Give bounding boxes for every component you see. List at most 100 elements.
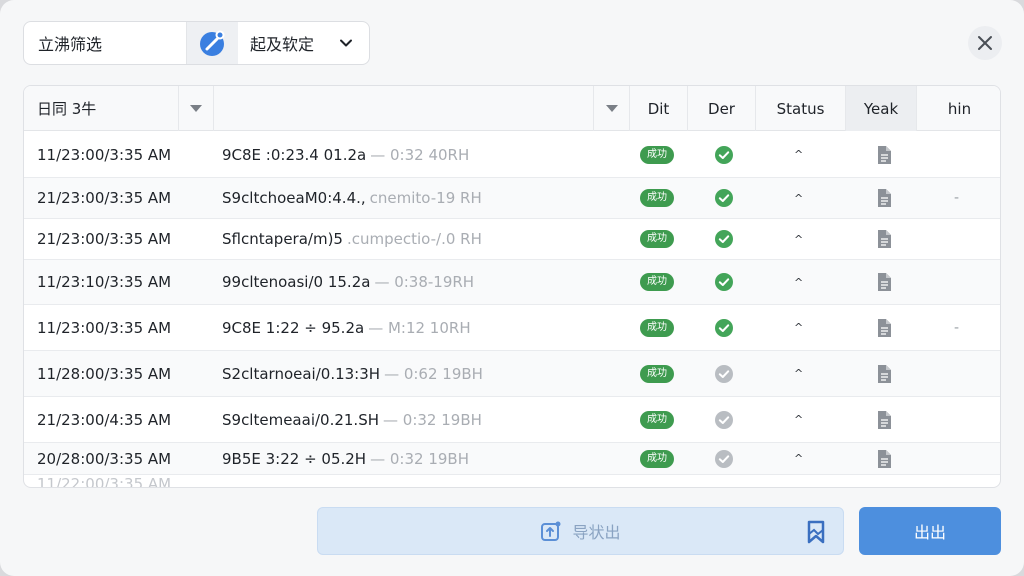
row-document-button[interactable] — [876, 132, 892, 177]
results-table: 日同 3牛 Dit Der Status Yeak hin 11/23:00/3… — [23, 85, 1001, 488]
row-expand-toggle[interactable]: ^ — [794, 305, 803, 350]
filter-tool-button[interactable] — [186, 22, 238, 64]
status-badge: 成功 — [640, 189, 674, 207]
row-status-cell: 成功 — [640, 132, 674, 177]
document-icon — [878, 230, 891, 248]
row-status-cell: 成功 — [640, 397, 674, 442]
row-date: 20/28:00/3:35 AM — [37, 449, 172, 468]
row-description-text: 9C8E 1:22 ÷ 95.2a — [222, 318, 365, 337]
column-header-hin[interactable]: hin — [917, 86, 1000, 131]
export-button[interactable]: 导状出 — [317, 507, 844, 555]
column-header-date[interactable]: 日同 3牛 — [24, 86, 179, 131]
export-icon — [541, 521, 561, 541]
document-icon — [878, 364, 891, 383]
row-check-cell — [715, 132, 733, 177]
row-description: S9cltchoeaM0:4.4., cnemito-19 RH — [222, 178, 482, 218]
row-expand-toggle[interactable]: ^ — [794, 351, 803, 396]
row-document-button[interactable] — [876, 443, 892, 474]
column-sort-date[interactable] — [179, 86, 214, 131]
row-description-text: 99cltenoasi/0 15.2a — [222, 273, 371, 291]
table-row[interactable]: 21/23:00/3:35 AM S9cltchoeaM0:4.4., cnemit… — [24, 178, 1000, 219]
magic-wand-icon — [199, 30, 224, 56]
row-document-button[interactable] — [876, 260, 892, 304]
row-document-button[interactable] — [876, 351, 892, 396]
row-document-button[interactable] — [876, 178, 892, 218]
caret-down-icon — [190, 104, 202, 112]
row-expand-toggle[interactable]: ^ — [794, 443, 803, 474]
partial-row: 11/22:00/3:35 AM — [37, 475, 172, 488]
check-circle-icon — [715, 318, 733, 337]
document-icon — [878, 410, 891, 429]
confirm-button[interactable]: 出出 — [859, 507, 1001, 555]
confirm-button-label: 出出 — [913, 523, 946, 542]
column-header-dit[interactable]: Dit — [630, 86, 688, 131]
row-description: 9C8E 1:22 ÷ 95.2a — M:12 10RH — [222, 305, 471, 350]
row-expand-toggle[interactable]: ^ — [794, 397, 803, 442]
column-header-description[interactable] — [214, 86, 594, 131]
row-date: 11/28:00/3:35 AM — [37, 364, 172, 383]
table-row[interactable]: 21/23:00/3:35 AM Sflcntapera/m)5 .cumpecti… — [24, 219, 1000, 260]
row-check-cell — [715, 397, 733, 442]
document-icon — [878, 145, 891, 164]
status-badge: 成功 — [640, 318, 674, 337]
table-row[interactable]: 21/23:00/4:35 AM S9cltemeaai/0.21.SH — 0:3… — [24, 397, 1000, 443]
column-header-status[interactable]: Status — [756, 86, 846, 131]
row-description-text: Sflcntapera/m)5 — [222, 230, 343, 248]
sort-select[interactable]: 起及软定 — [238, 22, 369, 64]
check-circle-icon — [715, 189, 733, 207]
row-description-text: 9B5E 3:22 ÷ 05.2H — [222, 449, 367, 468]
row-expand-toggle[interactable]: ^ — [794, 132, 803, 177]
row-check-cell — [715, 305, 733, 350]
column-header-yeak[interactable]: Yeak — [846, 86, 917, 131]
table-row[interactable]: 11/23:00/3:35 AM 9C8E 1:22 ÷ 95.2a — M:12 … — [24, 305, 1000, 351]
row-check-cell — [715, 260, 733, 304]
column-header-der[interactable]: Der — [688, 86, 756, 131]
row-description-extra: — 0:32 19BH — [370, 449, 469, 468]
document-icon — [878, 318, 891, 337]
status-badge: 成功 — [640, 449, 674, 468]
export-dialog: 起及软定 日同 3牛 Dit — [0, 0, 1024, 576]
filter-input[interactable] — [24, 22, 186, 64]
row-expand-toggle[interactable]: ^ — [794, 219, 803, 259]
table-header: 日同 3牛 Dit Der Status Yeak hin — [24, 86, 1000, 131]
row-document-button[interactable] — [876, 305, 892, 350]
table-row[interactable]: 11/28:00/3:35 AM S2cltarnoeai/0.13:3H — 0:… — [24, 351, 1000, 397]
check-circle-icon — [715, 273, 733, 291]
row-expand-toggle[interactable]: ^ — [794, 260, 803, 304]
row-description-text: S9cltemeaai/0.21.SH — [222, 410, 380, 429]
row-status-cell: 成功 — [640, 219, 674, 259]
row-date: 11/23:10/3:35 AM — [37, 273, 172, 291]
row-check-cell — [715, 219, 733, 259]
row-check-cell — [715, 443, 733, 474]
row-date: 11/23:00/3:35 AM — [37, 145, 172, 164]
row-document-button[interactable] — [876, 219, 892, 259]
document-icon — [878, 449, 891, 468]
sort-select-value: 起及软定 — [250, 35, 315, 54]
status-badge: 成功 — [640, 364, 674, 383]
table-row[interactable]: 11/23:10/3:35 AM 99cltenoasi/0 15.2a — 0:3… — [24, 260, 1000, 305]
table-row[interactable]: 20/28:00/3:35 AM 9B5E 3:22 ÷ 05.2H — 0:32 … — [24, 443, 1000, 475]
bookmark-icon[interactable] — [805, 520, 827, 544]
row-description: 9B5E 3:22 ÷ 05.2H — 0:32 19BH — [222, 443, 469, 474]
close-button[interactable] — [968, 26, 1002, 60]
status-badge: 成功 — [640, 273, 674, 291]
row-description-extra: cnemito-19 RH — [369, 189, 482, 207]
row-expand-toggle[interactable]: ^ — [794, 178, 803, 218]
row-check-cell — [715, 351, 733, 396]
document-icon — [878, 189, 891, 207]
row-description: Sflcntapera/m)5 .cumpectio-/.0 RH — [222, 219, 482, 259]
close-icon — [978, 36, 992, 50]
row-description-text: 9C8E :0:23.4 01.2a — [222, 145, 367, 164]
row-description: 9C8E :0:23.4 01.2a — 0:32 40RH — [222, 132, 469, 177]
row-description-extra: — 0:38-19RH — [374, 273, 475, 291]
check-circle-icon — [715, 145, 733, 164]
table-row[interactable]: 11/23:00/3:35 AM 9C8E :0:23.4 01.2a — 0:32… — [24, 132, 1000, 178]
check-circle-icon — [715, 449, 733, 468]
column-sort-description[interactable] — [594, 86, 630, 131]
row-document-button[interactable] — [876, 397, 892, 442]
row-date: 11/23:00/3:35 AM — [37, 318, 172, 337]
check-circle-icon — [715, 364, 733, 383]
row-check-cell — [715, 178, 733, 218]
row-description-text: S2cltarnoeai/0.13:3H — [222, 364, 381, 383]
chevron-down-icon — [340, 39, 352, 47]
